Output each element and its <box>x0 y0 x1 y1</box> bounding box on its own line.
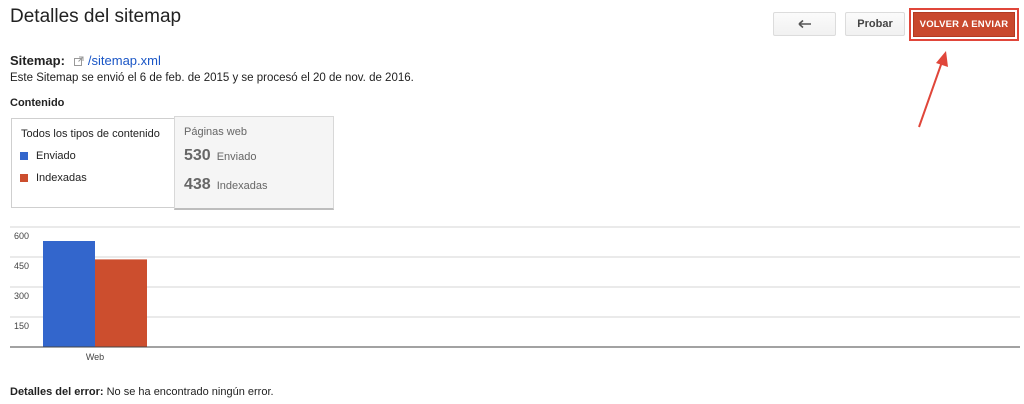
sitemap-url-link[interactable]: /sitemap.xml <box>88 53 161 68</box>
stat-submitted: 530 Enviado <box>184 147 256 165</box>
error-label: Detalles del error: <box>10 386 104 398</box>
sitemap-label: Sitemap: <box>10 53 65 68</box>
content-heading: Contenido <box>10 97 65 109</box>
y-tick-label: 450 <box>14 261 29 271</box>
y-tick-label: 300 <box>14 291 29 301</box>
legend-swatch <box>20 152 28 160</box>
sitemap-row: Sitemap: /sitemap.xml <box>10 53 161 68</box>
content-type-tab-web[interactable]: Páginas web 530 Enviado 438 Indexadas <box>174 116 334 210</box>
stat-value: 530 <box>184 147 211 164</box>
external-link-icon <box>73 56 84 66</box>
stat-value: 438 <box>184 176 211 193</box>
legend-label: Indexadas <box>36 172 87 184</box>
resubmit-button[interactable]: VOLVER A ENVIAR <box>913 12 1015 37</box>
stat-label: Indexadas <box>216 180 268 192</box>
error-details: Detalles del error: No se ha encontrado … <box>10 386 274 398</box>
web-pages-title: Páginas web <box>184 126 247 138</box>
stat-indexed: 438 Indexadas <box>184 176 267 194</box>
sitemap-bar-chart: 150 300 450 600 Web <box>10 226 1020 362</box>
back-button[interactable] <box>773 12 836 36</box>
y-tick-label: 150 <box>14 321 29 331</box>
bar-enviado <box>43 241 95 347</box>
bar-indexadas <box>95 259 147 347</box>
annotation-arrow <box>918 51 948 128</box>
content-type-tab-all[interactable]: Todos los tipos de contenido Enviado Ind… <box>11 118 174 208</box>
legend-swatch <box>20 174 28 182</box>
page-title: Detalles del sitemap <box>10 6 182 27</box>
error-text: No se ha encontrado ningún error. <box>106 386 274 398</box>
legend-item-submitted: Enviado <box>20 150 76 162</box>
submission-info: Este Sitemap se envió el 6 de feb. de 20… <box>10 72 414 84</box>
legend-item-indexed: Indexadas <box>20 172 87 184</box>
stat-label: Enviado <box>216 151 257 163</box>
y-tick-label: 600 <box>14 231 29 241</box>
content-type-title: Todos los tipos de contenido <box>21 128 160 140</box>
legend-label: Enviado <box>36 150 76 162</box>
x-tick-label: Web <box>86 352 104 362</box>
test-button[interactable]: Probar <box>845 12 905 36</box>
back-arrow-icon <box>797 19 811 29</box>
